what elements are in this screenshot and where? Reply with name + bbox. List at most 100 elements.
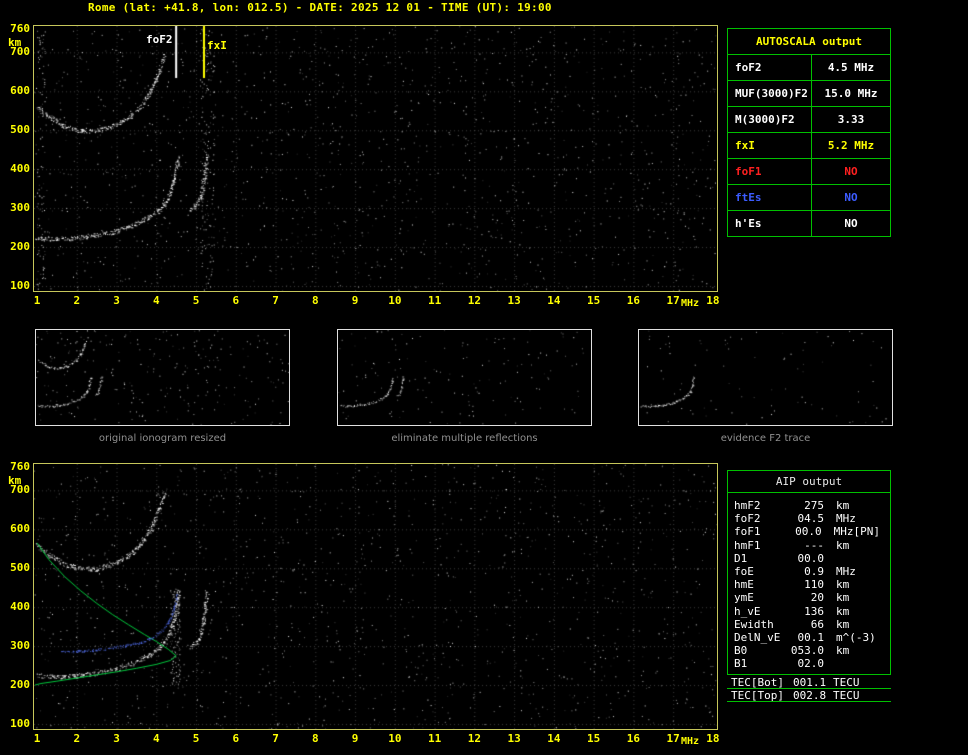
aip-row-label: hmE xyxy=(734,578,754,592)
aip-row-value: 110 xyxy=(804,578,824,592)
x-tick-label: 13 xyxy=(507,294,521,307)
aip-row-label: h_vE xyxy=(734,604,761,618)
thumbnail-original-ionogram xyxy=(35,329,290,426)
autoscala-row-label: ftEs xyxy=(728,185,812,210)
aip-row-note: [PN] xyxy=(853,525,881,539)
x-tick-label: 8 xyxy=(312,294,319,307)
x-tick-label: 3 xyxy=(113,294,120,307)
thumbnail-eliminate-canvas xyxy=(338,330,591,425)
autoscala-row-value: 3.33 xyxy=(837,113,865,126)
x-tick-label: 5 xyxy=(192,294,200,307)
aip-row-value: 275 xyxy=(804,499,824,513)
x-tick-label: 10 xyxy=(388,732,402,745)
aip-row: foF1 00.0 MHz [PN] xyxy=(728,525,890,538)
aip-row: hmF2 275 km xyxy=(728,499,890,512)
y-tick-label: 400 xyxy=(10,600,30,614)
aip-row: Ewidth 66 km xyxy=(728,618,890,631)
y-tick-label: 600 xyxy=(10,522,30,536)
autoscala-row-value: 15.0 MHz xyxy=(824,87,878,100)
x-tick-label: 18 xyxy=(706,294,720,307)
x-tick-label: 7 xyxy=(272,294,279,307)
aip-row-value: 20 xyxy=(810,591,824,605)
aip-row-label: Ewidth xyxy=(734,617,774,631)
autoscala-row: M(3000)F2 3.33 xyxy=(728,107,890,133)
y-tick-label: 500 xyxy=(10,123,30,137)
aip-row-label: foF2 xyxy=(734,512,761,526)
x-tick-label: 14 xyxy=(547,294,561,307)
main-ionogram-canvas xyxy=(34,26,717,291)
y-tick-label: 400 xyxy=(10,162,30,176)
x-tick-label: 18 xyxy=(706,732,720,745)
x-tick-label: 15 xyxy=(587,732,601,745)
autoscala-row: foF1 NO xyxy=(728,159,890,185)
y-tick-label: 600 xyxy=(10,84,30,98)
autoscala-row: fxI 5.2 MHz xyxy=(728,133,890,159)
tec-row-unit: TECU xyxy=(833,689,860,702)
aip-table-title: AIP output xyxy=(728,471,890,493)
tec-row-unit: TECU xyxy=(833,676,860,689)
fxi-marker-label: fxI xyxy=(207,39,227,52)
x-tick-label: 11 xyxy=(427,294,442,307)
tec-bottom-row: TEC[Bot] 001.1 TECU xyxy=(727,676,891,689)
aip-row-unit: m^(-3) xyxy=(836,630,876,644)
y-tick-label: 500 xyxy=(10,561,30,575)
aip-row-label: DelN_vE xyxy=(734,630,781,644)
x-tick-label: 13 xyxy=(507,732,521,745)
x-axis-unit-label: MHz xyxy=(681,298,700,309)
autoscala-output-table: AUTOSCALA output foF2 4.5 MHz MUF(3000)F2 1… xyxy=(727,28,891,237)
aip-output-table: AIP output hmF2 275 km foF2 04.5 MHz foF1 00.0 M… xyxy=(727,470,891,676)
aip-row-unit: km xyxy=(836,538,850,552)
x-tick-label: 8 xyxy=(312,732,319,745)
x-tick-label: 12 xyxy=(467,294,481,307)
aip-row-unit: km xyxy=(836,617,850,631)
aip-row: foE 0.9 MHz xyxy=(728,565,890,578)
aip-row-label: B1 xyxy=(734,657,748,671)
x-tick-label: 6 xyxy=(232,294,240,307)
x-tick-label: 17 xyxy=(666,294,680,307)
y-tick-label: 300 xyxy=(10,639,30,653)
autoscala-table-body: foF2 4.5 MHz MUF(3000)F2 15.0 MHz M(3000)F2 3… xyxy=(728,55,890,236)
aip-row-value: 00.0 xyxy=(797,551,825,565)
x-tick-label: 9 xyxy=(351,732,359,745)
x-tick-label: 15 xyxy=(587,294,601,307)
x-tick-label: 14 xyxy=(547,732,561,745)
aip-row-value: 0.9 xyxy=(804,565,824,579)
autoscala-row: MUF(3000)F2 15.0 MHz xyxy=(728,81,890,107)
aip-row-value: 00.0 xyxy=(795,525,822,539)
x-tick-label: 2 xyxy=(73,732,81,745)
autoscala-row-label: MUF(3000)F2 xyxy=(728,81,812,106)
y-tick-label: 100 xyxy=(10,278,30,292)
aip-row-label: D1 xyxy=(734,551,748,565)
x-tick-label: 4 xyxy=(152,294,160,307)
aip-row: h_vE 136 km xyxy=(728,605,890,618)
x-tick-label: 11 xyxy=(427,732,442,745)
aip-row: B0 053.0 km xyxy=(728,644,890,657)
aip-row-unit: km xyxy=(836,578,850,592)
aip-row: ymE 20 km xyxy=(728,591,890,604)
thumbnail-caption-original: original ionogram resized xyxy=(98,433,227,444)
aip-row-unit: km xyxy=(836,604,850,618)
tec-top-row: TEC[Top] 002.8 TECU xyxy=(727,689,891,702)
x-tick-label: 1 xyxy=(33,294,41,307)
tec-row-label: TEC[Top] xyxy=(731,689,784,702)
profile-ionogram-plot xyxy=(33,463,718,730)
aip-row: DelN_vE 00.1 m^(-3) xyxy=(728,631,890,644)
x-tick-label: 9 xyxy=(351,294,359,307)
autoscala-row-label: fxI xyxy=(728,133,812,158)
x-axis-unit-label: MHz xyxy=(681,736,700,747)
x-tick-label: 16 xyxy=(626,294,641,307)
aip-row-value: 136 xyxy=(804,604,824,618)
autoscala-row-value: NO xyxy=(844,165,858,178)
y-tick-label: 760 xyxy=(10,460,30,473)
autoscala-row: foF2 4.5 MHz xyxy=(728,55,890,81)
autoscala-row-value: NO xyxy=(844,191,858,204)
aip-row-unit: km xyxy=(836,644,850,658)
aip-row-label: hmF1 xyxy=(734,538,761,552)
tec-row-value: 001.1 xyxy=(793,676,827,689)
autoscala-table-title: AUTOSCALA output xyxy=(728,29,890,55)
aip-row-value: 00.1 xyxy=(797,630,825,644)
aip-row-value: 02.0 xyxy=(797,657,825,671)
autoscala-row: ftEs NO xyxy=(728,185,890,211)
aip-row-unit: km xyxy=(836,499,850,513)
x-tick-label: 2 xyxy=(73,294,81,307)
